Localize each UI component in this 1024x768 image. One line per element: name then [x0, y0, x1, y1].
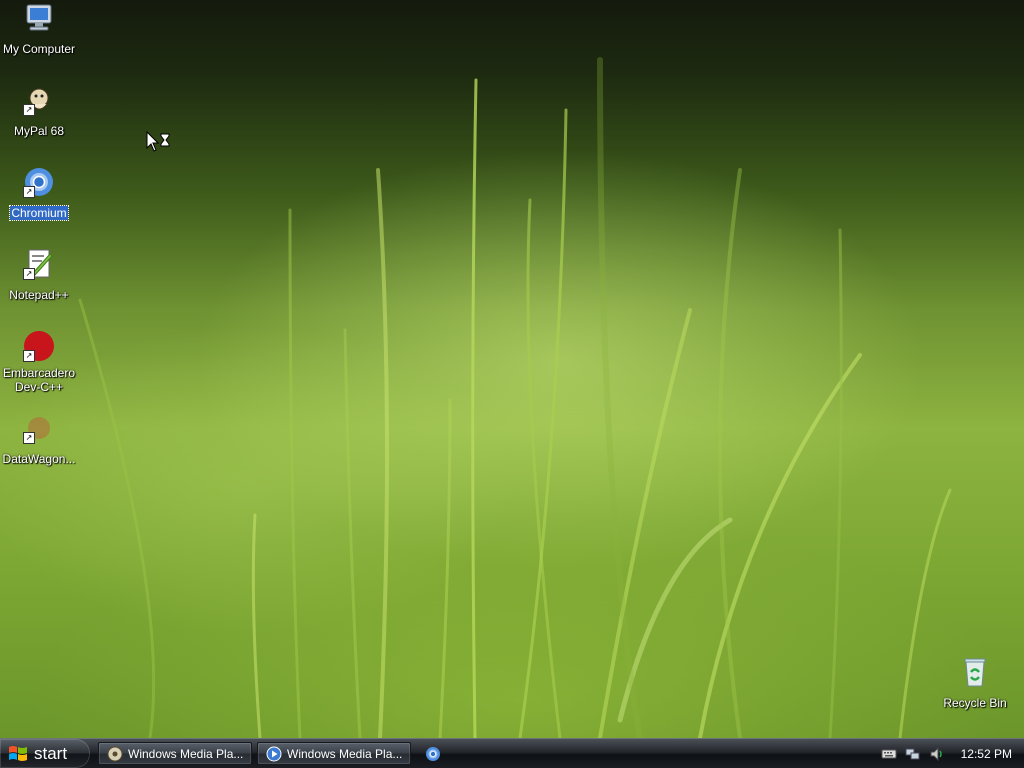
computer-icon	[23, 2, 55, 34]
shortcut-arrow-icon: ↗	[23, 104, 35, 116]
desktop-icon-label: Notepad++	[9, 288, 69, 302]
desktop-icon-my-computer[interactable]: My Computer	[0, 2, 78, 57]
desktop-icon-notepadpp[interactable]: ↗ Notepad++	[0, 248, 78, 303]
desktop-icon-datawagon[interactable]: ↗ DataWagon...	[0, 412, 78, 467]
taskbar-button-media-player-2[interactable]: Windows Media Pla...	[257, 742, 411, 765]
shortcut-arrow-icon: ↗	[23, 432, 35, 444]
taskbar-button-media-player-1[interactable]: Windows Media Pla...	[98, 742, 252, 765]
desktop-icon-chromium[interactable]: ↗ Chromium	[0, 166, 78, 221]
taskbar: start Windows Media Pla... Windows Media…	[0, 738, 1024, 768]
desktop-icon-label: MyPal 68	[13, 124, 65, 138]
quick-launch-chromium-icon[interactable]	[425, 746, 441, 762]
desktop-icon-mypal[interactable]: ↗ MyPal 68	[0, 84, 78, 139]
desktop-icon-label: Recycle Bin	[943, 696, 1007, 710]
windows-flag-icon	[9, 745, 27, 761]
system-tray: 12:52 PM	[874, 739, 1024, 768]
desktop-icon-label: DataWagon...	[2, 452, 76, 466]
desktop[interactable]: My Computer ↗ MyPal 68 ↗ Chromium ↗ Note…	[0, 0, 1024, 738]
keyboard-icon[interactable]	[881, 746, 897, 762]
taskbar-button-label: Windows Media Pla...	[128, 746, 244, 761]
taskbar-button-label: Windows Media Pla...	[287, 746, 403, 761]
media-player-icon	[266, 746, 282, 761]
mypal-icon: ↗	[23, 84, 55, 116]
shortcut-arrow-icon: ↗	[23, 186, 35, 198]
shortcut-arrow-icon: ↗	[23, 350, 35, 362]
chromium-icon: ↗	[23, 166, 55, 198]
notepadpp-icon: ↗	[23, 248, 55, 280]
recycle-bin-icon	[959, 656, 991, 688]
wallpaper-grass	[78, 57, 952, 738]
start-button[interactable]: start	[0, 739, 90, 768]
network-icon[interactable]	[905, 746, 921, 762]
shortcut-arrow-icon: ↗	[23, 268, 35, 280]
clock[interactable]: 12:52 PM	[961, 747, 1012, 761]
datawagon-icon: ↗	[23, 412, 55, 444]
desktop-icon-devcpp[interactable]: ↗ Embarcadero Dev-C++	[0, 330, 78, 395]
busy-cursor-icon	[146, 130, 172, 157]
desktop-icon-label: My Computer	[2, 42, 76, 56]
start-label: start	[34, 743, 68, 763]
volume-icon[interactable]	[929, 746, 945, 762]
desktop-icon-label: Chromium	[9, 205, 69, 221]
devcpp-icon: ↗	[23, 330, 55, 362]
desktop-icon-recycle-bin[interactable]: Recycle Bin	[936, 656, 1014, 711]
media-player-icon	[107, 746, 123, 761]
desktop-icon-label: Embarcadero Dev-C++	[2, 366, 76, 394]
